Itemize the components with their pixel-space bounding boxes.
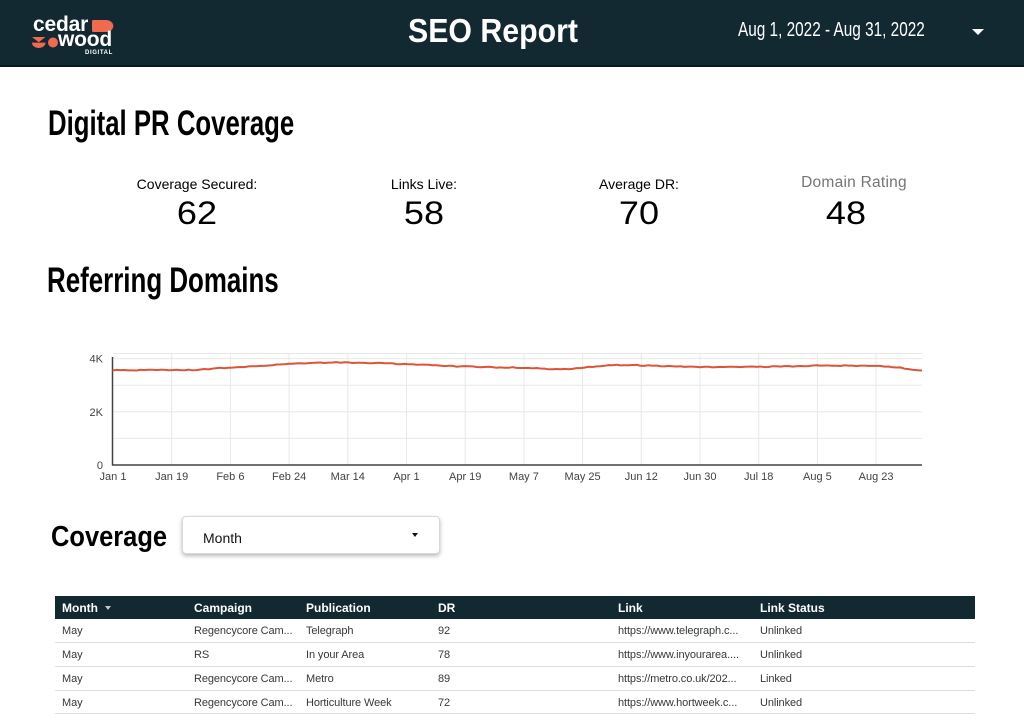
svg-text:Apr 1: Apr 1 (393, 471, 419, 483)
svg-text:Jan 19: Jan 19 (155, 471, 188, 483)
svg-text:Aug 5: Aug 5 (803, 471, 832, 483)
svg-text:4K: 4K (90, 354, 104, 366)
svg-text:Aug 23: Aug 23 (859, 471, 894, 483)
svg-text:May 7: May 7 (509, 471, 539, 483)
svg-text:Jun 12: Jun 12 (625, 471, 658, 483)
svg-text:Feb 24: Feb 24 (272, 471, 306, 483)
svg-text:May 25: May 25 (565, 471, 601, 483)
svg-text:Jul 18: Jul 18 (744, 471, 773, 483)
svg-text:Jan 1: Jan 1 (100, 471, 127, 483)
svg-text:Feb 6: Feb 6 (216, 471, 244, 483)
svg-text:Apr 19: Apr 19 (449, 471, 481, 483)
svg-text:Mar 14: Mar 14 (331, 471, 365, 483)
svg-text:Jun 30: Jun 30 (683, 471, 716, 483)
svg-text:2K: 2K (90, 407, 104, 419)
